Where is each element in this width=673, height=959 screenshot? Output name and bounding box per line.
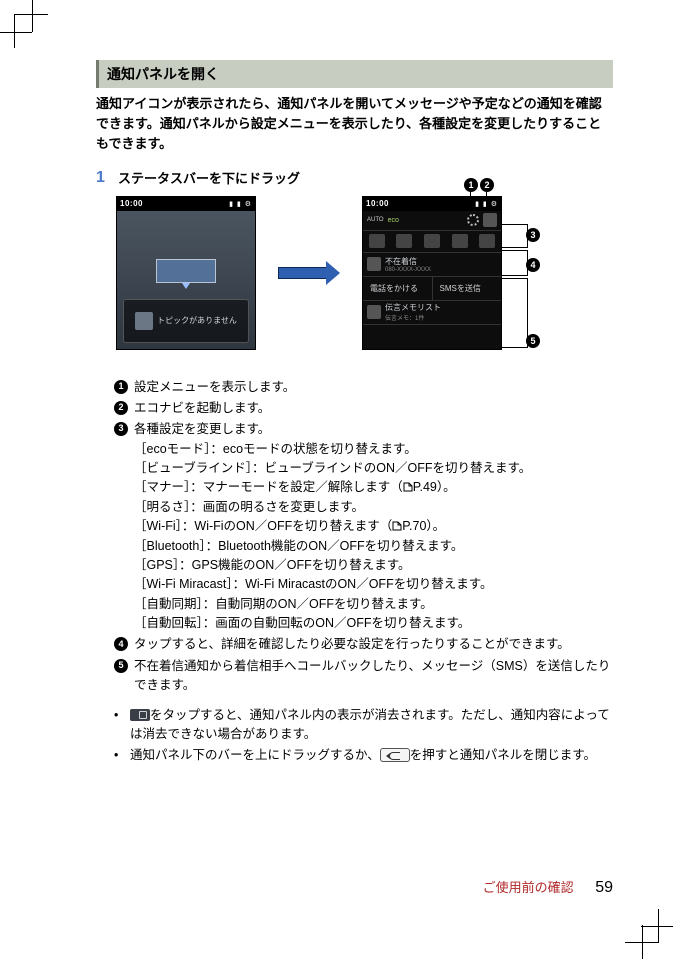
- legend-3-item: ［明るさ］：画面の明るさを変更します。: [134, 498, 613, 517]
- legend-3-item: ［Wi-Fi］：Wi-FiのON／OFFを切り替えます（P.70）。: [134, 517, 613, 536]
- sms-label: SMSを送信: [440, 283, 481, 294]
- legend-1: 設定メニューを表示します。: [134, 378, 613, 397]
- memo-title: 伝言メモリスト: [385, 302, 497, 313]
- toggle-icon: [396, 234, 412, 248]
- dock-text: トピックがありません: [157, 315, 237, 326]
- drag-hint-box: [156, 259, 216, 283]
- callout-line: [470, 192, 471, 210]
- legend-5: 不在着信通知から着信相手へコールバックしたり、メッセージ（SMS）を送信したりで…: [134, 657, 613, 696]
- footer-page-number: 59: [595, 879, 613, 896]
- step-text: ステータスバーを下にドラッグ: [118, 168, 300, 187]
- legend-3-item: ［ビューブラインド］：ビューブラインドのON／OFFを切り替えます。: [134, 459, 613, 478]
- intro-paragraph: 通知アイコンが表示されたら、通知パネルを開いてメッセージや予定などの通知を確認で…: [96, 94, 613, 154]
- back-key-icon: [380, 748, 410, 762]
- page-ref-icon: [403, 482, 413, 492]
- memo-icon: [367, 305, 381, 319]
- screenshot-panel: 10:00 ▮ ▮ ⚙ AUTO eco: [362, 196, 502, 350]
- quick-toggle-row: [363, 231, 501, 253]
- toggle-icon: [452, 234, 468, 248]
- dock-app-icon: [135, 312, 153, 330]
- notification-actions: 電話をかける SMSを送信: [363, 277, 501, 301]
- callout-marker-2: 2: [480, 178, 494, 192]
- toggle-icon: [369, 234, 385, 248]
- toggle-icon: [479, 234, 495, 248]
- panel-footer: [363, 325, 501, 349]
- drag-arrow-icon: [182, 283, 190, 289]
- panel-top-row: AUTO eco: [363, 211, 501, 231]
- callout-bracket: [502, 250, 528, 276]
- callout-marker-3: 3: [526, 228, 540, 242]
- legend-marker: 4: [114, 637, 128, 651]
- status-time: 10:00: [120, 199, 143, 208]
- legend-2: エコナビを起動します。: [134, 399, 613, 418]
- step-number: 1: [96, 168, 112, 187]
- missed-call-icon: [367, 257, 381, 271]
- legend-4: タップすると、詳細を確認したり必要な設定を行ったりすることができます。: [134, 635, 613, 654]
- legend-3-item: ［自動同期］：自動同期のON／OFFを切り替えます。: [134, 595, 613, 614]
- legend-3-item: ［マナー］：マナーモードを設定／解除します（P.49）。: [134, 478, 613, 497]
- legend-marker: 2: [114, 401, 128, 415]
- callout-marker-1: 1: [464, 178, 478, 192]
- legend-3-item: ［Bluetooth］：Bluetooth機能のON／OFFを切り替えます。: [134, 537, 613, 556]
- bullet-1: をタップすると、通知パネル内の表示が消去されます。ただし、通知内容によっては消去…: [130, 706, 613, 745]
- legend-3-item: ［Wi-Fi Miracast］：Wi-Fi MiracastのON／OFFを切…: [134, 575, 613, 594]
- page-ref-icon: [392, 521, 402, 531]
- econavi-icon: [483, 213, 497, 227]
- legend-list: 1 設定メニューを表示します。 2 エコナビを起動します。 3 各種設定を変更します…: [114, 378, 613, 696]
- footer-section: ご使用前の確認: [483, 880, 574, 895]
- bullet-dot: •: [114, 746, 124, 765]
- crop-mark-bottom-right: [625, 909, 659, 943]
- legend-marker: 1: [114, 380, 128, 394]
- callout-marker-4: 4: [526, 258, 540, 272]
- missed-call-number: 080-XXXX-XXXX: [385, 267, 497, 273]
- step-row: 1 ステータスバーを下にドラッグ: [96, 168, 613, 187]
- legend-3-item: ［自動回転］：画面の自動回転のON／OFFを切り替えます。: [134, 614, 613, 633]
- auto-label: AUTO: [367, 217, 384, 223]
- bullet-list: • をタップすると、通知パネル内の表示が消去されます。ただし、通知内容によっては…: [114, 706, 613, 766]
- memo-sub: 伝言メモ：1件: [385, 313, 497, 322]
- notification-missed-call: 不在着信 080-XXXX-XXXX: [363, 253, 501, 277]
- legend-marker: 3: [114, 422, 128, 436]
- callout-line: [486, 192, 487, 210]
- bullet-2: 通知パネル下のバーを上にドラッグするか、を押すと通知パネルを閉じます。: [130, 746, 596, 765]
- legend-3-head: 各種設定を変更します。: [134, 420, 613, 439]
- notification-memo: 伝言メモリスト 伝言メモ：1件: [363, 301, 501, 325]
- toggle-icon: [424, 234, 440, 248]
- section-title: 通知パネルを開く: [96, 60, 613, 88]
- panel-status-time: 10:00: [366, 199, 389, 208]
- legend-3-item: ［ecoモード］：ecoモードの状態を切り替えます。: [134, 440, 613, 459]
- bullet-dot: •: [114, 706, 124, 745]
- clear-icon: [130, 709, 150, 721]
- callout-bracket: [502, 278, 528, 348]
- legend-marker: 5: [114, 659, 128, 673]
- legend-3-item: ［GPS］：GPS機能のON／OFFを切り替えます。: [134, 556, 613, 575]
- figure-row: 10:00 ▮ ▮ ⚙ トピックがありません 10:00 ▮ ▮ ⚙: [116, 196, 613, 350]
- gear-icon: [467, 214, 479, 226]
- crop-mark-top-left: [14, 14, 48, 48]
- home-dock: トピックがありません: [123, 299, 249, 343]
- eco-label: eco: [388, 217, 399, 224]
- callback-label: 電話をかける: [370, 283, 418, 294]
- arrow-right-icon: [278, 263, 340, 283]
- missed-call-title: 不在着信: [385, 256, 497, 267]
- callout-bracket: [502, 224, 528, 248]
- status-icons: ▮ ▮ ⚙: [229, 200, 252, 208]
- callout-marker-5: 5: [526, 334, 540, 348]
- screenshot-panel-wrap: 10:00 ▮ ▮ ⚙ AUTO eco: [362, 196, 502, 350]
- page-footer: ご使用前の確認 59: [483, 877, 613, 897]
- screenshot-home: 10:00 ▮ ▮ ⚙ トピックがありません: [116, 196, 256, 350]
